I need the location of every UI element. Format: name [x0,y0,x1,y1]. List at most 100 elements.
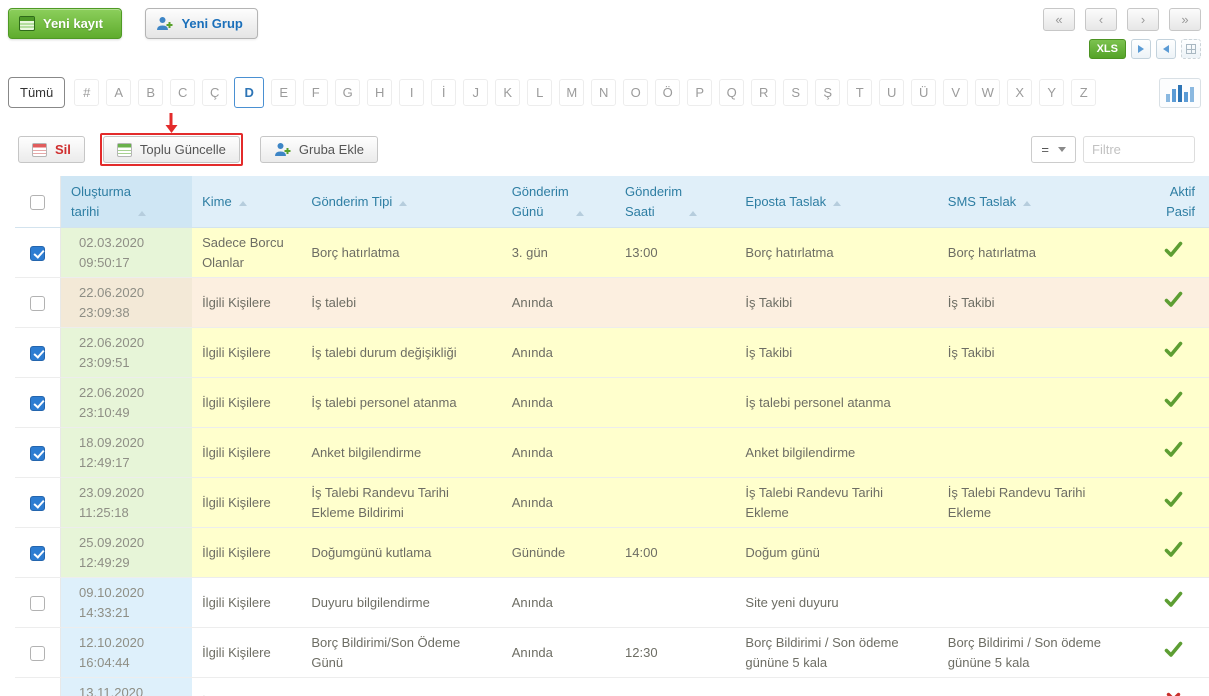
active-check-icon [1138,377,1209,428]
row-select-cell [15,677,62,696]
send-day-cell: Anında [501,277,616,328]
letter-filter-Ç[interactable]: Ç [202,79,228,106]
letter-filter-D[interactable]: D [234,77,265,108]
letter-filter-I[interactable]: I [399,79,425,106]
letter-filter-H[interactable]: H [367,79,393,106]
row-checkbox[interactable] [30,645,46,661]
letter-filter-#[interactable]: # [74,79,100,106]
letter-filter-Ö[interactable]: Ö [655,79,681,106]
letter-filter-J[interactable]: J [463,79,489,106]
add-to-group-button[interactable]: Gruba Ekle [259,136,378,163]
filter-all-button[interactable]: Tümü [8,77,66,108]
letter-filter-O[interactable]: O [623,79,649,106]
page: Yeni kayıt Yeni Grup « ‹ › » XLS Tümü # … [0,0,1209,696]
send-type-cell: İş talebi durum değişikliği [301,327,502,378]
row-checkbox[interactable] [30,245,46,261]
filter-operator-select[interactable]: = [1031,136,1076,163]
send-time-cell: 14:00 [615,527,736,578]
prev-page-button[interactable]: ‹ [1085,8,1117,31]
column-header-send-type[interactable]: Gönderim Tipi [301,176,502,228]
column-header-email-template[interactable]: Eposta Taslak [735,176,938,228]
next-page-button[interactable]: › [1127,8,1159,31]
row-checkbox[interactable] [30,545,46,561]
new-record-icon [19,16,35,31]
letter-filter-F[interactable]: F [303,79,329,106]
letter-filter-Ş[interactable]: Ş [815,79,841,106]
letter-filter-P[interactable]: P [687,79,713,106]
letter-filter-A[interactable]: A [106,79,132,106]
filter-input[interactable] [1083,136,1195,163]
recipient-cell: İlgili Kişilere [192,377,302,428]
transfer-in-button[interactable] [1156,39,1176,59]
recipient-cell: Sadece Borcu Olanlar [192,227,302,278]
row-checkbox[interactable] [30,295,46,311]
active-check-icon [1138,627,1209,678]
transfer-out-button[interactable] [1131,39,1151,59]
send-type-cell: İş Talebi Randevu Tarihi Ekleme Bildirim… [301,477,502,528]
bulk-update-button[interactable]: Toplu Güncelle [102,136,240,163]
recipient-cell: İlgili Kişilere [192,527,302,578]
letter-filter-Ü[interactable]: Ü [911,79,937,106]
row-checkbox[interactable] [30,445,46,461]
row-select-cell [15,477,62,528]
delete-button[interactable]: Sil [18,136,85,163]
email-template-cell: İş talebi personel atanma [735,377,938,428]
letter-filter-İ[interactable]: İ [431,79,457,106]
sms-template-cell [937,377,1139,428]
last-page-button[interactable]: » [1169,8,1201,31]
grid-icon [1186,44,1196,54]
column-chart-button[interactable] [1159,77,1201,108]
table-row: 25.09.2020 12:49:29 İlgili Kişilere Doğumgü… [15,527,1209,578]
letter-filter-Z[interactable]: Z [1071,79,1097,106]
column-header-label: Eposta Taslak [745,193,827,209]
column-header-created-date[interactable]: Oluşturma tarihi [60,176,193,228]
letter-filter-X[interactable]: X [1007,79,1033,106]
letter-filter-S[interactable]: S [783,79,809,106]
column-header-label: Saati [625,203,655,219]
send-time-cell [615,477,736,528]
recipient-cell: İlgili Kişilere [192,677,302,696]
row-checkbox[interactable] [30,495,46,511]
send-day-cell: Anında [501,677,616,696]
column-header-recipient[interactable]: Kime [192,176,302,228]
letter-filter-V[interactable]: V [943,79,969,106]
letter-filter-C[interactable]: C [170,79,196,106]
recipient-cell: İlgili Kişilere [192,327,302,378]
select-all-checkbox[interactable] [30,194,46,210]
letter-filter-N[interactable]: N [591,79,617,106]
column-header-sms-template[interactable]: SMS Taslak [937,176,1139,228]
column-header-send-time[interactable]: Gönderim Saati [615,176,736,228]
grid-view-button[interactable] [1181,39,1201,59]
letter-filter-Q[interactable]: Q [719,79,745,106]
new-group-button[interactable]: Yeni Grup [145,8,258,39]
letter-filter-K[interactable]: K [495,79,521,106]
row-checkbox[interactable] [30,345,46,361]
letter-filter-B[interactable]: B [138,79,164,106]
send-day-cell: Anında [501,627,616,678]
letter-filter-U[interactable]: U [879,79,905,106]
column-header-label: Kime [202,193,232,209]
letter-filter-E[interactable]: E [271,79,297,106]
letter-filter-W[interactable]: W [975,79,1001,106]
letter-filter-T[interactable]: T [847,79,873,106]
row-select-cell [15,377,62,428]
new-record-button[interactable]: Yeni kayıt [8,8,122,39]
table-row: 09.10.2020 14:33:21 İlgili Kişilere Duyuru … [15,577,1209,628]
xls-export-button[interactable]: XLS [1088,39,1126,59]
first-page-button[interactable]: « [1043,8,1075,31]
letter-filter-M[interactable]: M [559,79,585,106]
new-record-label: Yeni kayıt [43,16,103,31]
select-all-header [15,176,62,228]
letter-filter-R[interactable]: R [751,79,777,106]
send-time-cell [615,277,736,328]
letter-filter-G[interactable]: G [335,79,361,106]
send-type-cell: Kişiye tahsilat [301,677,502,696]
letter-filter-L[interactable]: L [527,79,553,106]
letter-filter-Y[interactable]: Y [1039,79,1065,106]
send-time-cell [615,327,736,378]
row-checkbox[interactable] [30,595,46,611]
email-template-cell: İş Talebi Randevu Tarihi Ekleme [735,477,938,528]
created-date-cell: 02.03.2020 09:50:17 [60,227,193,278]
row-checkbox[interactable] [30,395,46,411]
column-header-send-day[interactable]: Gönderim Günü [501,176,616,228]
